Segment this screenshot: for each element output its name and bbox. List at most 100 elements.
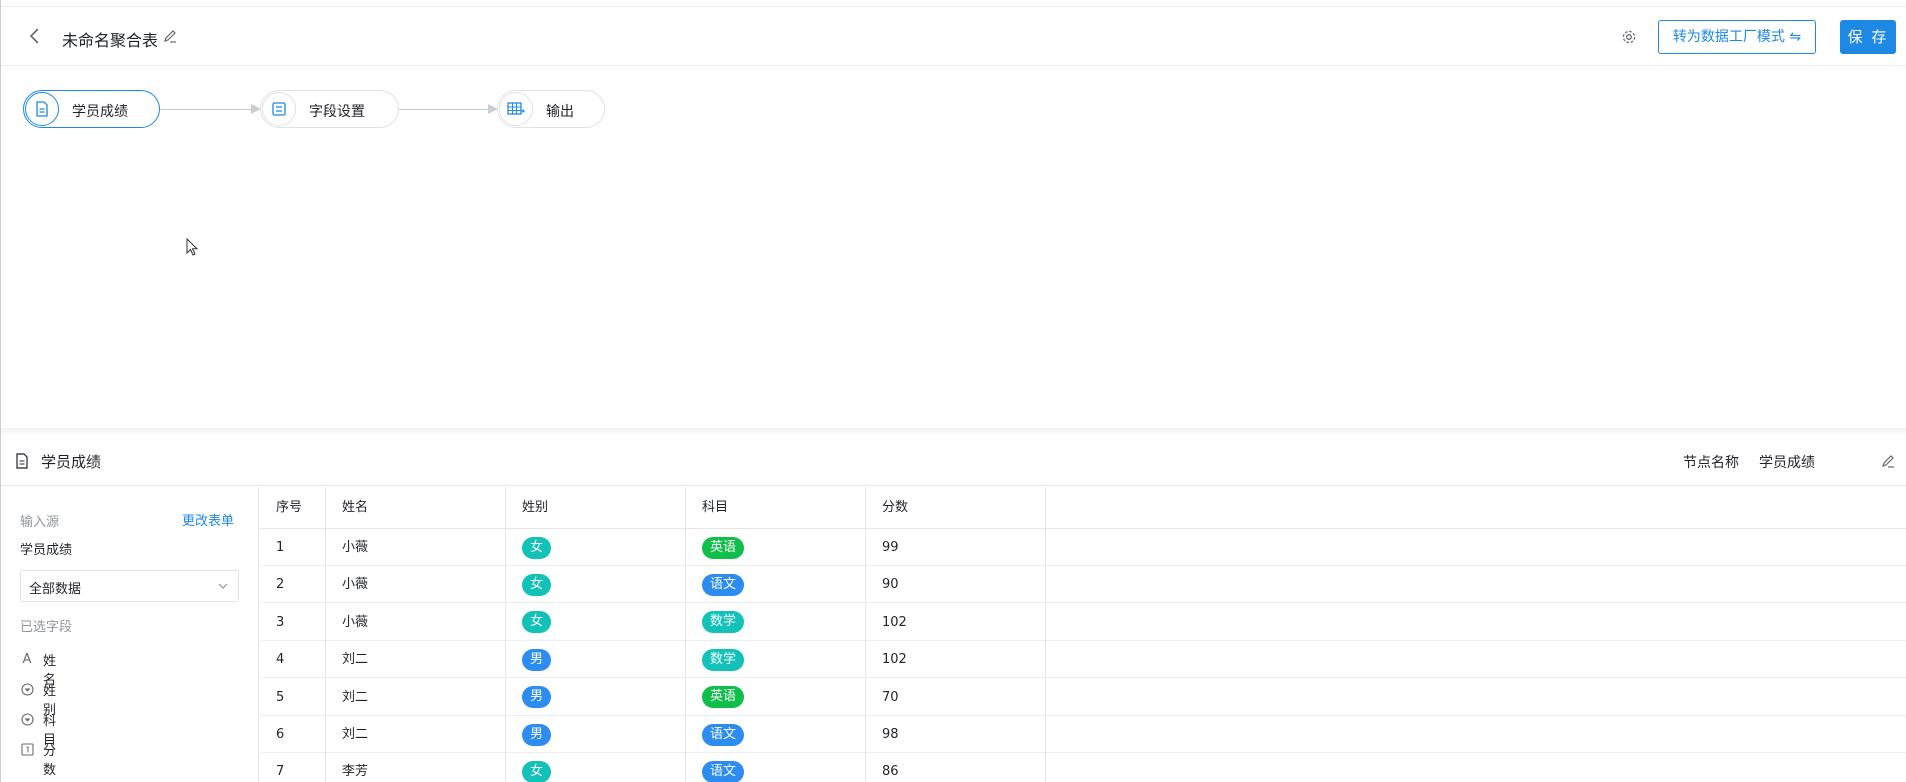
cell-index: 1 xyxy=(260,529,326,566)
text-field-icon: A xyxy=(22,651,32,667)
cell-name: 小薇 xyxy=(326,566,506,604)
cell-index: 2 xyxy=(260,566,326,604)
panel-divider xyxy=(1,428,1906,436)
subject-tag: 语文 xyxy=(702,723,745,746)
gender-tag: 女 xyxy=(522,573,552,596)
cell-subject: 英语 xyxy=(686,529,866,566)
subject-tag: 语文 xyxy=(702,760,745,782)
flow-connector xyxy=(160,109,258,110)
chevron-down-icon xyxy=(218,583,228,589)
table-row[interactable]: 7 李芳女 语文 86 xyxy=(260,753,1906,782)
header-bar: 未命名聚合表 转为数据工厂模式 ⇋ 保 存 xyxy=(1,7,1906,66)
cell-gender: 女 xyxy=(506,566,686,604)
cell-gender: 女 xyxy=(506,753,686,782)
cell-index: 4 xyxy=(260,641,326,679)
gender-tag: 男 xyxy=(522,686,552,709)
dropdown-field-icon xyxy=(20,682,34,696)
column-header-name[interactable]: 姓名 xyxy=(326,487,506,529)
flow-node-label: 输出 xyxy=(546,104,574,120)
gender-tag: 男 xyxy=(522,723,552,746)
table-header: 序号 姓名 姓别 科目 分数 xyxy=(260,487,1906,529)
number-field-icon xyxy=(20,742,34,756)
node-name-value: 学员成绩 xyxy=(1759,455,1815,471)
cell-index: 5 xyxy=(260,678,326,716)
back-arrow-icon[interactable] xyxy=(27,27,41,45)
flow-node-source[interactable]: 学员成绩 xyxy=(23,90,160,128)
flow-node-output[interactable]: 输出 xyxy=(497,90,605,128)
table-row[interactable]: 1 小薇女 英语 99 xyxy=(260,529,1906,566)
edit-node-name-icon[interactable] xyxy=(1881,454,1895,468)
cell-score: 70 xyxy=(866,678,1046,716)
panel-title: 学员成绩 xyxy=(41,453,102,471)
page-title: 未命名聚合表 xyxy=(62,31,159,50)
cell-name: 刘二 xyxy=(326,678,506,716)
cell-index: 6 xyxy=(260,716,326,753)
cell-index: 3 xyxy=(260,603,326,641)
form-icon xyxy=(25,92,59,126)
form-icon xyxy=(16,453,28,469)
cell-score: 90 xyxy=(866,566,1046,604)
field-settings-icon xyxy=(262,92,296,126)
panel-header: 学员成绩 节点名称 学员成绩 xyxy=(1,436,1906,486)
cell-gender: 男 xyxy=(506,678,686,716)
table-row[interactable]: 4 刘二男 数学 102 xyxy=(260,641,1906,679)
subject-tag: 数学 xyxy=(702,611,745,634)
edit-title-icon[interactable] xyxy=(163,29,177,43)
subject-tag: 数学 xyxy=(702,648,745,671)
table-row[interactable]: 6 刘二男 语文 98 xyxy=(260,716,1906,753)
cell-subject: 英语 xyxy=(686,678,866,716)
cell-gender: 男 xyxy=(506,716,686,753)
mouse-cursor-icon xyxy=(186,238,199,256)
flow-connector xyxy=(399,109,495,110)
subject-tag: 英语 xyxy=(702,686,745,709)
cell-subject: 语文 xyxy=(686,753,866,782)
data-filter-value: 全部数据 xyxy=(29,582,82,597)
gender-tag: 女 xyxy=(522,536,552,559)
gender-tag: 男 xyxy=(522,648,552,671)
data-filter-select[interactable]: 全部数据 xyxy=(20,570,239,602)
table-row[interactable]: 3 小薇女 数学 102 xyxy=(260,603,1906,641)
node-name-label: 节点名称 xyxy=(1683,455,1739,471)
cell-score: 99 xyxy=(866,529,1046,566)
cell-index: 7 xyxy=(260,753,326,782)
app-window: 未命名聚合表 转为数据工厂模式 ⇋ 保 存 学员成绩 字段设置 输出 学员成绩 … xyxy=(0,0,1906,782)
cell-subject: 数学 xyxy=(686,603,866,641)
table-row[interactable]: 2 小薇女 语文 90 xyxy=(260,566,1906,604)
selected-fields-label: 已选字段 xyxy=(20,620,73,635)
column-header-subject[interactable]: 科目 xyxy=(686,487,866,529)
flow-node-label: 字段设置 xyxy=(309,104,365,120)
field-label: 分数 xyxy=(43,744,57,778)
switch-data-factory-mode-button[interactable]: 转为数据工厂模式 ⇋ xyxy=(1658,20,1816,54)
change-form-link[interactable]: 更改表单 xyxy=(182,510,234,529)
save-button[interactable]: 保 存 xyxy=(1840,20,1896,54)
cell-name: 刘二 xyxy=(326,641,506,679)
settings-gear-icon[interactable] xyxy=(1621,29,1637,45)
flow-node-field-settings[interactable]: 字段设置 xyxy=(260,90,399,128)
cell-name: 李芳 xyxy=(326,753,506,782)
column-header-gender[interactable]: 姓别 xyxy=(506,487,686,529)
input-source-value: 学员成绩 xyxy=(20,543,73,558)
cell-subject: 语文 xyxy=(686,566,866,604)
table-row[interactable]: 5 刘二男 英语 70 xyxy=(260,678,1906,716)
data-preview-table: 序号 姓名 姓别 科目 分数 1 小薇女英语 99 2 小薇女语文 90 3 小薇女数学 102… xyxy=(260,487,1906,782)
column-header-index[interactable]: 序号 xyxy=(260,487,326,529)
flow-node-label: 学员成绩 xyxy=(72,104,128,120)
cell-score: 102 xyxy=(866,641,1046,679)
dropdown-field-icon xyxy=(20,712,34,726)
gender-tag: 女 xyxy=(522,611,552,634)
cell-gender: 女 xyxy=(506,529,686,566)
cell-name: 刘二 xyxy=(326,716,506,753)
cell-gender: 男 xyxy=(506,641,686,679)
cell-score: 102 xyxy=(866,603,1046,641)
subject-tag: 语文 xyxy=(702,573,745,596)
cell-name: 小薇 xyxy=(326,603,506,641)
column-header-score[interactable]: 分数 xyxy=(866,487,1046,529)
subject-tag: 英语 xyxy=(702,536,745,559)
input-source-label: 输入源 xyxy=(20,515,60,530)
config-sidebar: 输入源 更改表单 学员成绩 全部数据 已选字段 A 姓名 姓别 科目 分数 xyxy=(1,487,259,782)
cell-score: 98 xyxy=(866,716,1046,753)
cell-score: 86 xyxy=(866,753,1046,782)
cell-name: 小薇 xyxy=(326,529,506,566)
table-output-icon xyxy=(499,92,533,126)
cell-subject: 数学 xyxy=(686,641,866,679)
